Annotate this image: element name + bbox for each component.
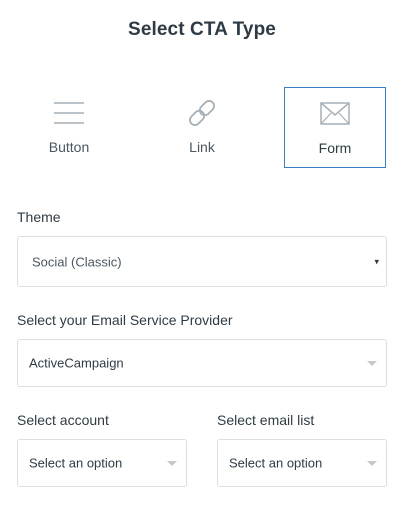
email-list-select[interactable]: Select an option — [217, 439, 387, 487]
envelope-icon — [318, 99, 352, 129]
account-select-value: Select an option — [29, 455, 123, 471]
theme-select-value: Social (Classic) — [32, 254, 122, 269]
page-title: Select CTA Type — [128, 19, 276, 40]
cta-type-form[interactable]: Form — [284, 87, 386, 168]
theme-select[interactable]: Social (Classic) ▾ — [17, 236, 387, 287]
account-select[interactable]: Select an option — [17, 439, 187, 487]
cta-type-label: Link — [189, 139, 215, 155]
account-label: Select account — [17, 412, 109, 428]
cta-type-label: Form — [318, 140, 352, 156]
cta-type-link[interactable]: Link — [151, 87, 253, 168]
hamburger-lines-icon — [52, 98, 86, 128]
chevron-down-icon — [367, 361, 377, 366]
dropdown-arrow-icon: ▾ — [374, 256, 379, 266]
cta-type-button[interactable]: Button — [18, 87, 120, 168]
chevron-down-icon — [167, 461, 177, 466]
email-list-label: Select email list — [217, 412, 315, 428]
email-provider-value: ActiveCampaign — [29, 355, 124, 371]
chevron-down-icon — [367, 461, 377, 466]
email-provider-label: Select your Email Service Provider — [17, 312, 233, 328]
cta-type-label: Button — [48, 139, 90, 155]
email-provider-select[interactable]: ActiveCampaign — [17, 339, 387, 387]
chain-link-icon — [185, 98, 219, 128]
theme-label: Theme — [17, 209, 61, 225]
email-list-select-value: Select an option — [229, 455, 323, 471]
